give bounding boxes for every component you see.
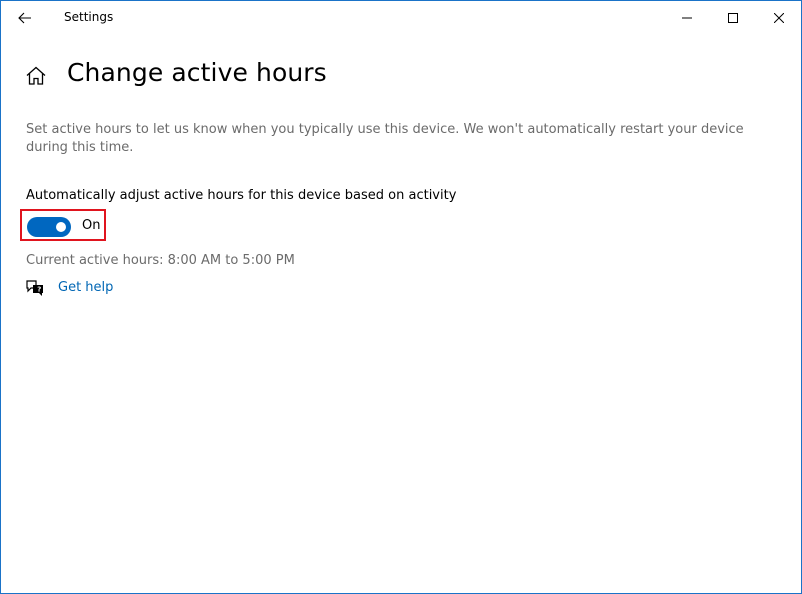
help-chat-icon: ? (25, 279, 45, 297)
close-button[interactable] (756, 1, 802, 35)
current-active-hours: Current active hours: 8:00 AM to 5:00 PM (26, 253, 295, 268)
minimize-icon (682, 17, 692, 19)
toggle-state-label: On (82, 218, 101, 233)
auto-adjust-toggle[interactable] (27, 217, 71, 237)
close-icon (774, 13, 784, 23)
back-arrow-icon (18, 12, 31, 24)
get-help-link[interactable]: Get help (58, 280, 113, 295)
settings-window: Settings Change active hours Set active … (0, 0, 802, 594)
auto-adjust-label: Automatically adjust active hours for th… (26, 188, 457, 203)
toggle-knob (56, 222, 66, 232)
window-title: Settings (64, 10, 114, 24)
back-button[interactable] (10, 5, 40, 31)
minimize-button[interactable] (664, 1, 710, 35)
highlight-box: On (20, 209, 106, 241)
home-button[interactable] (25, 65, 47, 87)
page-description: Set active hours to let us know when you… (26, 122, 744, 155)
title-bar: Settings (1, 1, 801, 35)
svg-text:?: ? (37, 286, 41, 294)
page-title: Change active hours (67, 58, 327, 87)
maximize-button[interactable] (710, 1, 756, 35)
maximize-icon (728, 13, 738, 23)
home-icon (26, 66, 46, 85)
